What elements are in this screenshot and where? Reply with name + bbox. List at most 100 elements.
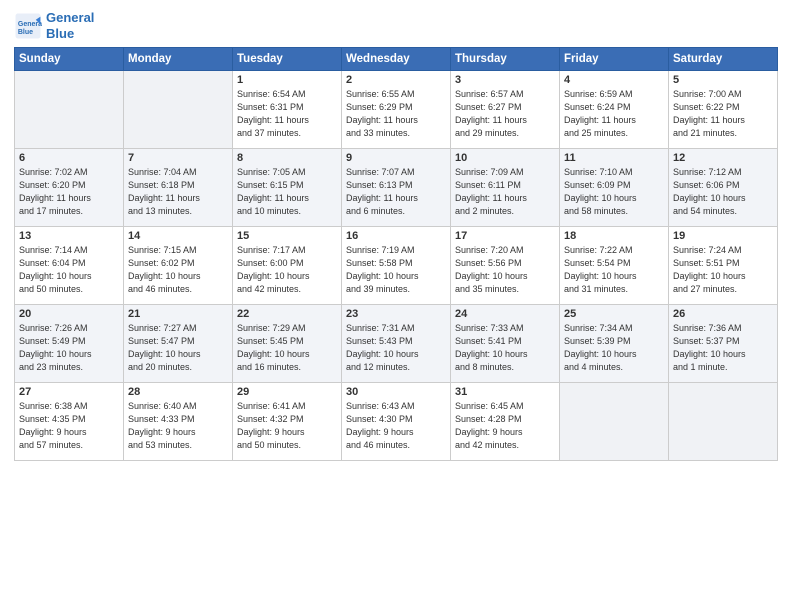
day-number: 5 bbox=[673, 74, 773, 86]
day-info: Sunrise: 7:00 AM Sunset: 6:22 PM Dayligh… bbox=[673, 88, 773, 140]
calendar-cell: 19Sunrise: 7:24 AM Sunset: 5:51 PM Dayli… bbox=[669, 227, 778, 305]
calendar-cell: 9 Sunrise: 7:07 AM Sunset: 6:13 PM Daylig… bbox=[342, 149, 451, 227]
day-info: Sunrise: 7:26 AM Sunset: 5:49 PM Dayligh… bbox=[19, 322, 119, 374]
calendar-cell: 11Sunrise: 7:10 AM Sunset: 6:09 PM Dayli… bbox=[560, 149, 669, 227]
calendar-cell: 4 Sunrise: 6:59 AM Sunset: 6:24 PM Daylig… bbox=[560, 71, 669, 149]
day-info: Sunrise: 7:17 AM Sunset: 6:00 PM Dayligh… bbox=[237, 244, 337, 296]
day-info: Sunrise: 7:22 AM Sunset: 5:54 PM Dayligh… bbox=[564, 244, 664, 296]
weekday-header-wednesday: Wednesday bbox=[342, 48, 451, 71]
calendar-cell: 7 Sunrise: 7:04 AM Sunset: 6:18 PM Daylig… bbox=[124, 149, 233, 227]
day-info: Sunrise: 7:20 AM Sunset: 5:56 PM Dayligh… bbox=[455, 244, 555, 296]
day-number: 21 bbox=[128, 308, 228, 320]
week-row-5: 27Sunrise: 6:38 AM Sunset: 4:35 PM Dayli… bbox=[15, 383, 778, 461]
day-number: 25 bbox=[564, 308, 664, 320]
day-number: 30 bbox=[346, 386, 446, 398]
calendar-cell: 1 Sunrise: 6:54 AM Sunset: 6:31 PM Daylig… bbox=[233, 71, 342, 149]
logo-text: General Blue bbox=[46, 10, 94, 41]
day-info: Sunrise: 6:43 AM Sunset: 4:30 PM Dayligh… bbox=[346, 400, 446, 452]
page: General Blue General Blue SundayMondayTu… bbox=[0, 0, 792, 612]
logo-icon: General Blue bbox=[14, 12, 42, 40]
day-number: 18 bbox=[564, 230, 664, 242]
week-row-3: 13 Sunrise: 7:14 AM Sunset: 6:04 PM Dayli… bbox=[15, 227, 778, 305]
day-number: 27 bbox=[19, 386, 119, 398]
day-info: Sunrise: 7:27 AM Sunset: 5:47 PM Dayligh… bbox=[128, 322, 228, 374]
day-number: 23 bbox=[346, 308, 446, 320]
calendar-table: SundayMondayTuesdayWednesdayThursdayFrid… bbox=[14, 47, 778, 461]
day-info: Sunrise: 6:54 AM Sunset: 6:31 PM Dayligh… bbox=[237, 88, 337, 140]
day-info: Sunrise: 7:29 AM Sunset: 5:45 PM Dayligh… bbox=[237, 322, 337, 374]
day-number: 7 bbox=[128, 152, 228, 164]
calendar-cell: 13 Sunrise: 7:14 AM Sunset: 6:04 PM Dayli… bbox=[15, 227, 124, 305]
calendar-cell: 15Sunrise: 7:17 AM Sunset: 6:00 PM Dayli… bbox=[233, 227, 342, 305]
day-number: 26 bbox=[673, 308, 773, 320]
day-number: 10 bbox=[455, 152, 555, 164]
day-number: 9 bbox=[346, 152, 446, 164]
calendar-cell: 26 Sunrise: 7:36 AM Sunset: 5:37 PM Dayli… bbox=[669, 305, 778, 383]
calendar-cell: 22Sunrise: 7:29 AM Sunset: 5:45 PM Dayli… bbox=[233, 305, 342, 383]
calendar-cell bbox=[15, 71, 124, 149]
svg-text:Blue: Blue bbox=[18, 28, 33, 35]
calendar-cell: 29 Sunrise: 6:41 AM Sunset: 4:32 PM Dayli… bbox=[233, 383, 342, 461]
calendar-cell: 20 Sunrise: 7:26 AM Sunset: 5:49 PM Dayli… bbox=[15, 305, 124, 383]
day-info: Sunrise: 6:59 AM Sunset: 6:24 PM Dayligh… bbox=[564, 88, 664, 140]
day-number: 28 bbox=[128, 386, 228, 398]
day-info: Sunrise: 7:07 AM Sunset: 6:13 PM Dayligh… bbox=[346, 166, 446, 218]
day-info: Sunrise: 6:40 AM Sunset: 4:33 PM Dayligh… bbox=[128, 400, 228, 452]
calendar-cell: 24Sunrise: 7:33 AM Sunset: 5:41 PM Dayli… bbox=[451, 305, 560, 383]
day-number: 14 bbox=[128, 230, 228, 242]
week-row-2: 6Sunrise: 7:02 AM Sunset: 6:20 PM Daylig… bbox=[15, 149, 778, 227]
day-info: Sunrise: 7:31 AM Sunset: 5:43 PM Dayligh… bbox=[346, 322, 446, 374]
day-number: 29 bbox=[237, 386, 337, 398]
calendar-cell: 2 Sunrise: 6:55 AM Sunset: 6:29 PM Daylig… bbox=[342, 71, 451, 149]
calendar-cell: 6Sunrise: 7:02 AM Sunset: 6:20 PM Daylig… bbox=[15, 149, 124, 227]
calendar-cell: 28 Sunrise: 6:40 AM Sunset: 4:33 PM Dayli… bbox=[124, 383, 233, 461]
day-number: 4 bbox=[564, 74, 664, 86]
calendar-cell: 27Sunrise: 6:38 AM Sunset: 4:35 PM Dayli… bbox=[15, 383, 124, 461]
day-info: Sunrise: 6:55 AM Sunset: 6:29 PM Dayligh… bbox=[346, 88, 446, 140]
calendar-cell bbox=[124, 71, 233, 149]
day-info: Sunrise: 7:05 AM Sunset: 6:15 PM Dayligh… bbox=[237, 166, 337, 218]
day-number: 17 bbox=[455, 230, 555, 242]
calendar-cell: 21 Sunrise: 7:27 AM Sunset: 5:47 PM Dayli… bbox=[124, 305, 233, 383]
day-info: Sunrise: 7:14 AM Sunset: 6:04 PM Dayligh… bbox=[19, 244, 119, 296]
day-info: Sunrise: 7:24 AM Sunset: 5:51 PM Dayligh… bbox=[673, 244, 773, 296]
weekday-header-friday: Friday bbox=[560, 48, 669, 71]
day-number: 20 bbox=[19, 308, 119, 320]
week-row-1: 1 Sunrise: 6:54 AM Sunset: 6:31 PM Daylig… bbox=[15, 71, 778, 149]
day-info: Sunrise: 7:04 AM Sunset: 6:18 PM Dayligh… bbox=[128, 166, 228, 218]
day-number: 12 bbox=[673, 152, 773, 164]
day-number: 6 bbox=[19, 152, 119, 164]
calendar-cell: 31 Sunrise: 6:45 AM Sunset: 4:28 PM Dayli… bbox=[451, 383, 560, 461]
day-info: Sunrise: 7:15 AM Sunset: 6:02 PM Dayligh… bbox=[128, 244, 228, 296]
calendar-cell: 23 Sunrise: 7:31 AM Sunset: 5:43 PM Dayli… bbox=[342, 305, 451, 383]
calendar-cell: 17 Sunrise: 7:20 AM Sunset: 5:56 PM Dayli… bbox=[451, 227, 560, 305]
day-number: 13 bbox=[19, 230, 119, 242]
day-info: Sunrise: 6:45 AM Sunset: 4:28 PM Dayligh… bbox=[455, 400, 555, 452]
calendar-cell: 18 Sunrise: 7:22 AM Sunset: 5:54 PM Dayli… bbox=[560, 227, 669, 305]
day-number: 1 bbox=[237, 74, 337, 86]
day-number: 24 bbox=[455, 308, 555, 320]
week-row-4: 20 Sunrise: 7:26 AM Sunset: 5:49 PM Dayli… bbox=[15, 305, 778, 383]
weekday-header-tuesday: Tuesday bbox=[233, 48, 342, 71]
day-number: 2 bbox=[346, 74, 446, 86]
day-info: Sunrise: 7:12 AM Sunset: 6:06 PM Dayligh… bbox=[673, 166, 773, 218]
calendar-cell: 16 Sunrise: 7:19 AM Sunset: 5:58 PM Dayli… bbox=[342, 227, 451, 305]
calendar-cell: 8 Sunrise: 7:05 AM Sunset: 6:15 PM Daylig… bbox=[233, 149, 342, 227]
day-number: 31 bbox=[455, 386, 555, 398]
day-number: 8 bbox=[237, 152, 337, 164]
day-number: 16 bbox=[346, 230, 446, 242]
day-info: Sunrise: 6:41 AM Sunset: 4:32 PM Dayligh… bbox=[237, 400, 337, 452]
day-info: Sunrise: 7:36 AM Sunset: 5:37 PM Dayligh… bbox=[673, 322, 773, 374]
weekday-header-saturday: Saturday bbox=[669, 48, 778, 71]
calendar-cell: 10 Sunrise: 7:09 AM Sunset: 6:11 PM Dayli… bbox=[451, 149, 560, 227]
day-info: Sunrise: 7:34 AM Sunset: 5:39 PM Dayligh… bbox=[564, 322, 664, 374]
header: General Blue General Blue bbox=[14, 10, 778, 41]
day-number: 11 bbox=[564, 152, 664, 164]
logo: General Blue General Blue bbox=[14, 10, 94, 41]
day-info: Sunrise: 7:09 AM Sunset: 6:11 PM Dayligh… bbox=[455, 166, 555, 218]
day-number: 3 bbox=[455, 74, 555, 86]
calendar-cell bbox=[669, 383, 778, 461]
weekday-header-row: SundayMondayTuesdayWednesdayThursdayFrid… bbox=[15, 48, 778, 71]
day-info: Sunrise: 7:19 AM Sunset: 5:58 PM Dayligh… bbox=[346, 244, 446, 296]
weekday-header-sunday: Sunday bbox=[15, 48, 124, 71]
